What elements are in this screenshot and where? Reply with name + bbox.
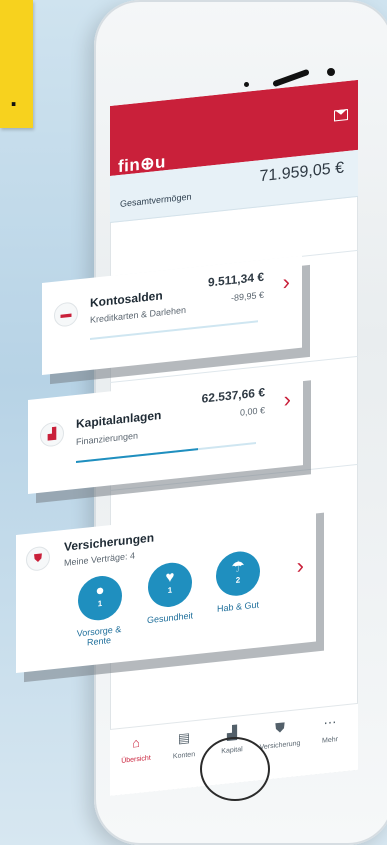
progress-track [90,320,258,340]
tab-label: Versicherung [259,739,301,752]
card-subtitle: Finanzierungen [76,430,139,447]
card-title: Kontosalden [90,288,163,310]
card-amount: 62.537,66 € [201,385,265,406]
card-title: Kapitalanlagen [76,407,162,431]
tab-versicherung[interactable]: ⛊ Versicherung [256,718,304,752]
tab-label: Konten [172,751,196,761]
promo-dot: . [10,82,18,112]
card-subtitle: Meine Verträge: 4 [64,550,136,568]
card-title: Versicherungen [64,530,155,554]
card-delta: 0,00 € [239,405,265,418]
shield-icon: ⛊ [275,719,285,736]
tab-konten[interactable]: ▤ Konten [160,728,208,762]
tab-label: Übersicht [121,754,151,765]
home-icon: ⌂ [132,734,140,751]
insurance-gesundheit[interactable]: ♥ 1 [148,560,192,610]
circle-label: Hab & Gut [216,599,260,614]
chart-icon: ▟ [40,421,64,448]
card-delta: -89,95 € [230,289,264,304]
card-amount: 9.511,34 € [207,269,264,290]
insurance-hab-gut[interactable]: ☂ 2 [216,549,260,598]
more-icon: ⋯ [323,714,337,731]
chevron-right-icon[interactable]: › [283,269,290,296]
home-button[interactable] [200,737,270,801]
progress-fill [76,448,199,463]
circle-label: Gesundheit [146,610,194,626]
front-sensor [244,82,249,87]
mail-icon[interactable] [334,108,348,122]
wallet-icon: ▤ [177,729,191,746]
tab-overview[interactable]: ⌂ Übersicht [112,733,160,766]
promo-tile: . [0,0,33,128]
total-value: 71.959,05 € [259,159,344,186]
progress-track [76,442,256,463]
shield-icon: ⛊ [26,545,50,572]
total-label: Gesamtvermögen [120,191,192,209]
chevron-right-icon[interactable]: › [284,386,291,413]
tab-label: Mehr [322,736,338,745]
front-camera [327,68,335,76]
insurance-vorsorge[interactable]: ● 1 [78,573,122,623]
card-icon: ▬ [54,301,78,328]
chevron-right-icon[interactable]: › [297,553,304,580]
tab-mehr[interactable]: ⋯ Mehr [306,712,354,746]
circle-label: Vorsorge & Rente [76,623,122,648]
